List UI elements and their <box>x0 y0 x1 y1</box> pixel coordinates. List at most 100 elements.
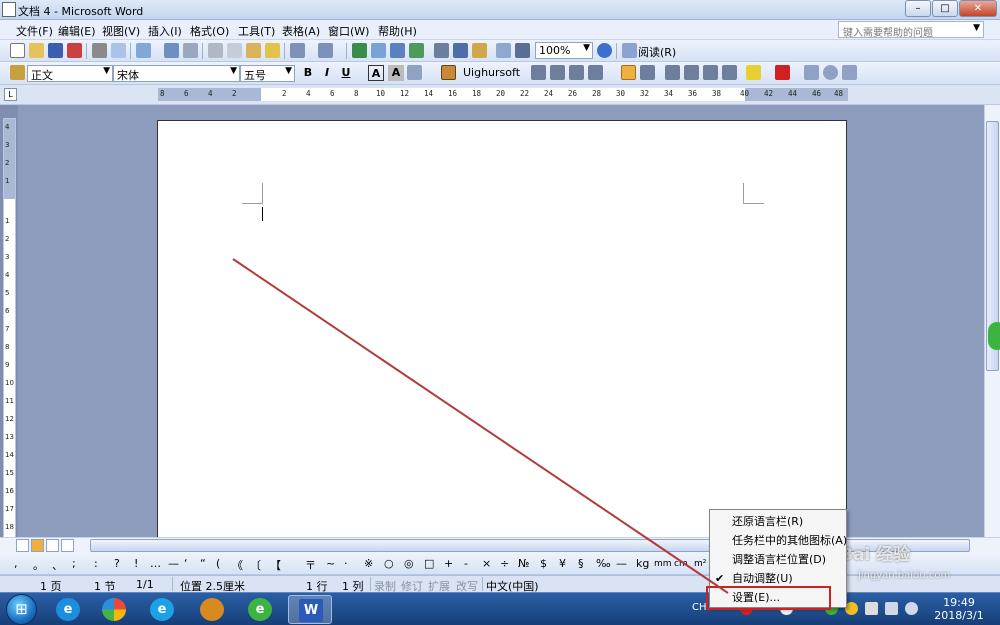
menu-tools[interactable]: 工具(T) <box>238 23 275 39</box>
symbol-button[interactable]: ÷ <box>500 557 509 570</box>
symbol-button[interactable]: , <box>14 557 18 570</box>
symbol-button[interactable]: ~ <box>326 557 335 570</box>
symbol-button[interactable]: “ <box>200 557 206 570</box>
superscript-icon[interactable] <box>842 65 857 80</box>
paragraph-mark-icon[interactable] <box>515 43 530 58</box>
line-spacing-icon[interactable] <box>588 65 603 80</box>
drawing-icon[interactable] <box>453 43 468 58</box>
symbol-button[interactable]: ! <box>134 557 138 570</box>
translate-icon[interactable] <box>183 43 198 58</box>
insert-excel-icon[interactable] <box>409 43 424 58</box>
menu-view[interactable]: 视图(V) <box>102 23 140 39</box>
rtl-text-icon[interactable] <box>640 65 655 80</box>
symbol-button[interactable]: … <box>150 557 161 570</box>
symbol-button[interactable]: cm <box>674 559 688 569</box>
symbol-button[interactable]: ‰ <box>596 557 611 570</box>
symbol-button[interactable]: 〔 <box>250 557 261 573</box>
permission-icon[interactable] <box>67 43 82 58</box>
vertical-ruler[interactable]: 4 3 2 1 1 2 3 4 5 6 7 8 9 10 11 12 13 14… <box>3 118 16 538</box>
new-document-icon[interactable] <box>10 43 25 58</box>
symbol-button[interactable]: - <box>464 557 468 570</box>
cut-icon[interactable] <box>208 43 223 58</box>
taskbar-media-button[interactable] <box>190 595 234 624</box>
ltr-text-icon[interactable] <box>621 65 636 80</box>
taskbar-app-button[interactable] <box>92 595 136 624</box>
chevron-down-icon[interactable]: ▼ <box>973 23 980 33</box>
increase-indent-icon[interactable] <box>722 65 737 80</box>
help-search-input[interactable]: 键入需要帮助的问题 ▼ <box>838 21 984 39</box>
symbol-button[interactable]: ※ <box>364 557 373 570</box>
paste-icon[interactable] <box>246 43 261 58</box>
char-border-button[interactable]: A <box>368 65 384 81</box>
symbol-button[interactable]: ¥ <box>559 557 566 570</box>
tray-language-indicator[interactable]: CH <box>692 602 707 613</box>
symbol-button[interactable]: — <box>616 557 627 570</box>
columns-icon[interactable] <box>434 43 449 58</box>
research-icon[interactable] <box>164 43 179 58</box>
symbol-button[interactable]: · <box>344 557 348 570</box>
menu-edit[interactable]: 编辑(E) <box>58 23 96 39</box>
align-justify-icon[interactable] <box>569 65 584 80</box>
document-map-icon[interactable] <box>472 43 487 58</box>
char-scaling-icon[interactable] <box>407 65 422 80</box>
font-color-icon[interactable] <box>775 65 790 80</box>
symbol-button[interactable]: § <box>578 557 584 570</box>
show-desktop-icon[interactable] <box>905 602 918 615</box>
symbol-button[interactable]: 。 <box>33 557 44 573</box>
symbol-button[interactable]: № <box>518 557 529 570</box>
help-icon[interactable] <box>597 43 612 58</box>
redo-icon[interactable] <box>318 43 333 58</box>
open-folder-icon[interactable] <box>29 43 44 58</box>
symbol-button[interactable]: + <box>444 557 453 570</box>
symbol-button[interactable]: kg <box>636 557 649 570</box>
menu-help[interactable]: 帮助(H) <box>378 23 417 39</box>
symbol-button[interactable]: : <box>94 557 98 570</box>
tables-borders-icon[interactable] <box>371 43 386 58</box>
read-mode-button[interactable]: 阅读(R) <box>638 44 676 60</box>
highlight-color-icon[interactable] <box>746 65 761 80</box>
style-select[interactable]: 正文 ▼ <box>27 65 113 82</box>
font-name2-select[interactable]: Uighursoft <box>460 65 528 82</box>
symbol-button[interactable]: □ <box>424 557 434 570</box>
minimize-button[interactable]: – <box>905 0 931 17</box>
align-center-icon[interactable] <box>550 65 565 80</box>
symbol-button[interactable]: — <box>168 557 179 570</box>
menu-item-adjust-position[interactable]: 调整语言栏位置(D) <box>710 550 846 569</box>
menu-table[interactable]: 表格(A) <box>282 23 320 39</box>
vertical-scrollbar[interactable] <box>984 105 1000 537</box>
menu-insert[interactable]: 插入(I) <box>148 23 182 39</box>
symbol-button[interactable]: $ <box>540 557 547 570</box>
phonetic-guide-icon[interactable] <box>804 65 819 80</box>
volume-icon[interactable] <box>865 602 878 615</box>
symbol-button[interactable]: ○ <box>384 557 394 570</box>
symbol-button[interactable]: m² <box>694 559 706 569</box>
symbol-button[interactable]: 〒 <box>305 557 316 573</box>
symbol-button[interactable]: 【 <box>270 557 281 573</box>
insert-table-icon[interactable] <box>390 43 405 58</box>
web-layout-icon[interactable] <box>31 539 44 552</box>
char-shading-button[interactable]: A <box>388 65 404 81</box>
print-preview-icon[interactable] <box>111 43 126 58</box>
save-icon[interactable] <box>48 43 63 58</box>
menu-item-other-tray-icons[interactable]: 任务栏中的其他图标(A) <box>710 531 847 550</box>
outline-view-icon[interactable] <box>61 539 74 552</box>
maximize-button[interactable]: □ <box>932 0 958 17</box>
symbol-button[interactable]: mm <box>654 559 672 569</box>
format-painter-icon[interactable] <box>265 43 280 58</box>
close-button[interactable]: ✕ <box>959 0 997 17</box>
symbol-button[interactable]: × <box>482 557 491 570</box>
symbol-button[interactable]: ; <box>72 557 76 570</box>
undo-icon[interactable] <box>290 43 305 58</box>
numbering-icon[interactable] <box>665 65 680 80</box>
enclose-char-icon[interactable] <box>823 65 838 80</box>
zoom-select[interactable]: 100% ▼ <box>535 42 593 59</box>
styles-pane-icon[interactable] <box>10 65 25 80</box>
print-layout-icon[interactable] <box>46 539 59 552</box>
underline-button[interactable]: U <box>338 65 354 81</box>
taskbar-clock[interactable]: 19:49 2018/3/1 <box>930 596 988 622</box>
text-highlight-icon[interactable] <box>441 65 456 80</box>
taskbar-browser-button[interactable]: e <box>140 595 184 624</box>
normal-view-icon[interactable] <box>16 539 29 552</box>
symbol-button[interactable]: ◎ <box>404 557 414 570</box>
bullets-icon[interactable] <box>684 65 699 80</box>
